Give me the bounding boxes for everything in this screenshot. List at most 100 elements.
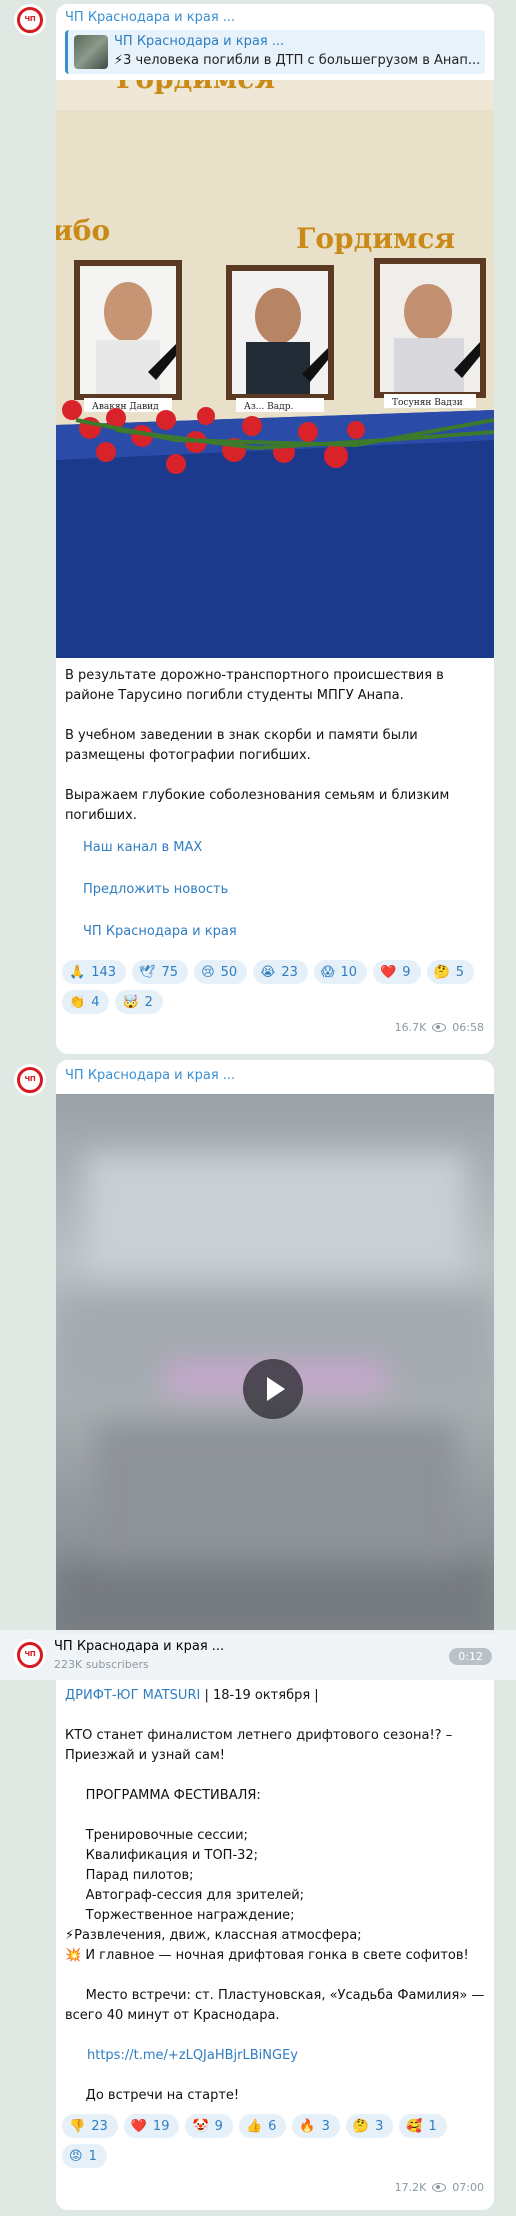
reaction-count: 10 bbox=[340, 964, 358, 980]
views-count: 17.2K bbox=[394, 2180, 427, 2194]
photo-name-2: Аз... Вадр. bbox=[244, 402, 293, 412]
post-line bbox=[65, 1966, 485, 1986]
photo-name-1: Авакян Давид bbox=[92, 402, 159, 412]
reaction-count: 3 bbox=[321, 2118, 330, 2134]
post-links: Наш канал в MAX Предложить новость ЧП Кр… bbox=[56, 826, 494, 960]
eye-icon bbox=[432, 1022, 447, 1032]
reaction-count: 5 bbox=[455, 964, 464, 980]
post-line bbox=[65, 1806, 485, 1826]
post-line: Место встречи: ст. Пластуновская, «Усадь… bbox=[65, 1988, 489, 2023]
post-line: Тренировочные сессии; bbox=[65, 1828, 248, 1843]
channel-avatar[interactable]: ЧП bbox=[14, 1064, 46, 1096]
reaction-emoji: ❤️ bbox=[380, 964, 397, 980]
reaction-count: 143 bbox=[91, 964, 117, 980]
video-player[interactable] bbox=[56, 1094, 494, 1634]
channel-name[interactable]: ЧП Краснодара и края ... bbox=[56, 4, 494, 30]
reaction-emoji: 🤡 bbox=[192, 2118, 209, 2134]
closing-line: До встречи на старте! bbox=[65, 2088, 240, 2103]
subscriber-count: 223K subscribers bbox=[54, 1658, 149, 1671]
post-paragraph: Выражаем глубокие соболезнования семьям … bbox=[65, 788, 450, 823]
post-line: Парад пилотов; bbox=[65, 1868, 194, 1883]
invite-link[interactable]: https://t.me/+zLQJaHBjrLBiNGEy bbox=[65, 2048, 298, 2063]
reaction-count: 75 bbox=[161, 964, 179, 980]
reaction-button[interactable]: 👍 6 bbox=[238, 2114, 287, 2138]
sticky-channel-name[interactable]: ЧП Краснодара и края ... bbox=[54, 1639, 224, 1654]
link-max-channel[interactable]: Наш канал в MAX bbox=[83, 834, 494, 876]
reaction-count: 23 bbox=[281, 964, 298, 980]
reaction-count: 19 bbox=[152, 2118, 170, 2134]
reaction-button[interactable]: 🤔 3 bbox=[345, 2114, 394, 2138]
banner-top-text: Гордимся bbox=[116, 80, 275, 95]
reaction-button[interactable]: 🤔 5 bbox=[426, 960, 474, 984]
views-count: 16.7K bbox=[394, 1020, 427, 1034]
reaction-button[interactable]: 😱 10 bbox=[313, 960, 368, 984]
post-line bbox=[65, 1766, 485, 1786]
reaction-emoji: 🕊 bbox=[139, 964, 156, 980]
post-time: 07:00 bbox=[452, 2180, 484, 2194]
reaction-emoji: 🤯 bbox=[122, 994, 139, 1010]
reaction-count: 1 bbox=[88, 2148, 97, 2164]
reaction-button[interactable]: 👏 4 bbox=[62, 990, 110, 1014]
reaction-count: 2 bbox=[144, 994, 153, 1010]
reaction-emoji: 🤔 bbox=[352, 2118, 370, 2134]
banner-mid-text: Гордимся bbox=[296, 222, 455, 255]
reaction-button[interactable]: 👎 23 bbox=[62, 2114, 118, 2138]
reaction-count: 9 bbox=[214, 2118, 223, 2134]
reaction-emoji: 👏 bbox=[69, 994, 86, 1010]
reaction-emoji: 😱 bbox=[320, 964, 335, 980]
eye-icon bbox=[432, 2182, 447, 2192]
memorial-photo[interactable]: Гордимся ибо Гордимся Авакян Давид Аз...… bbox=[56, 80, 494, 658]
reaction-count: 4 bbox=[91, 994, 100, 1010]
reaction-button[interactable]: ❤️ 19 bbox=[123, 2114, 180, 2138]
link-suggest-news[interactable]: Предложить новость bbox=[83, 876, 494, 918]
reaction-button[interactable]: ❤️ 9 bbox=[373, 960, 421, 984]
banner-left-text: ибо bbox=[56, 214, 110, 247]
post-line: ПРОГРАММА ФЕСТИВАЛЯ: bbox=[65, 1788, 261, 1803]
post-line: КТО станет финалистом летнего дрифтового… bbox=[65, 1728, 457, 1763]
headline-link[interactable]: ДРИФТ-ЮГ MATSURI bbox=[65, 1688, 200, 1703]
post-time: 06:58 bbox=[452, 1020, 484, 1034]
channel-avatar[interactable]: ЧП bbox=[14, 1639, 46, 1671]
post-text: В результате дорожно-транспортного проис… bbox=[56, 658, 494, 826]
post-line bbox=[65, 2026, 485, 2046]
reply-preview[interactable]: ЧП Краснодара и края ... ⚡3 человека пог… bbox=[65, 30, 485, 74]
reaction-emoji: ❤️ bbox=[130, 2118, 147, 2134]
post-line: Квалификация и ТОП-32; bbox=[65, 1848, 259, 1863]
post-line: ⚡Развлечения, движ, классная атмосфера; bbox=[65, 1928, 362, 1943]
memorial-photo-illustration: Гордимся ибо Гордимся Авакян Давид Аз...… bbox=[56, 80, 494, 658]
link-channel[interactable]: ЧП Краснодара и края bbox=[83, 918, 494, 960]
reaction-button[interactable]: 😢 50 bbox=[194, 960, 248, 984]
reaction-button[interactable]: 🤯 2 bbox=[115, 990, 163, 1014]
reaction-emoji: 👍 bbox=[245, 2118, 263, 2134]
reaction-button[interactable]: 🥰 1 bbox=[399, 2114, 447, 2138]
reaction-count: 23 bbox=[91, 2118, 108, 2134]
reaction-button[interactable]: 😡 1 bbox=[62, 2144, 107, 2168]
post-bubble-1: ЧП Краснодара и края ... ЧП Краснодара и… bbox=[56, 4, 494, 1054]
sticky-channel-header[interactable]: ЧП ЧП Краснодара и края ... 223K subscri… bbox=[0, 1630, 516, 1680]
reaction-emoji: 😢 bbox=[201, 964, 215, 980]
post-text: ДРИФТ-ЮГ MATSURI | 18-19 октября | КТО с… bbox=[56, 1634, 494, 2106]
play-button[interactable] bbox=[243, 1359, 303, 1419]
video-duration: 0:12 bbox=[449, 1648, 492, 1665]
post-headline: ДРИФТ-ЮГ MATSURI | 18-19 октября | bbox=[65, 1688, 319, 1703]
reaction-emoji: 🙏 bbox=[69, 964, 86, 980]
reaction-emoji: 👎 bbox=[69, 2118, 86, 2134]
reaction-button[interactable]: 🔥 3 bbox=[292, 2114, 340, 2138]
reaction-count: 6 bbox=[268, 2118, 277, 2134]
reply-thumbnail bbox=[74, 35, 108, 69]
reply-author: ЧП Краснодара и края ... bbox=[114, 34, 285, 49]
post-line: 💥 И главное — ночная дрифтовая гонка в с… bbox=[65, 1948, 469, 1963]
post-meta: 17.2K 07:00 bbox=[56, 2174, 494, 2200]
reaction-button[interactable]: 😭 23 bbox=[253, 960, 308, 984]
reaction-button[interactable]: 🕊 75 bbox=[132, 960, 189, 984]
post-line: Автограф-сессия для зрителей; bbox=[65, 1888, 305, 1903]
channel-name[interactable]: ЧП Краснодара и края ... bbox=[56, 1060, 494, 1094]
reaction-emoji: 😭 bbox=[260, 964, 276, 980]
channel-avatar[interactable]: ЧП bbox=[14, 4, 46, 36]
photo-name-3: Тосунян Вадзи bbox=[392, 398, 463, 408]
reaction-emoji: 🔥 bbox=[299, 2118, 316, 2134]
reaction-count: 50 bbox=[220, 964, 238, 980]
reaction-button[interactable]: 🤡 9 bbox=[185, 2114, 233, 2138]
reaction-button[interactable]: 🙏 143 bbox=[62, 960, 127, 984]
post-paragraph: В результате дорожно-транспортного проис… bbox=[65, 668, 444, 703]
